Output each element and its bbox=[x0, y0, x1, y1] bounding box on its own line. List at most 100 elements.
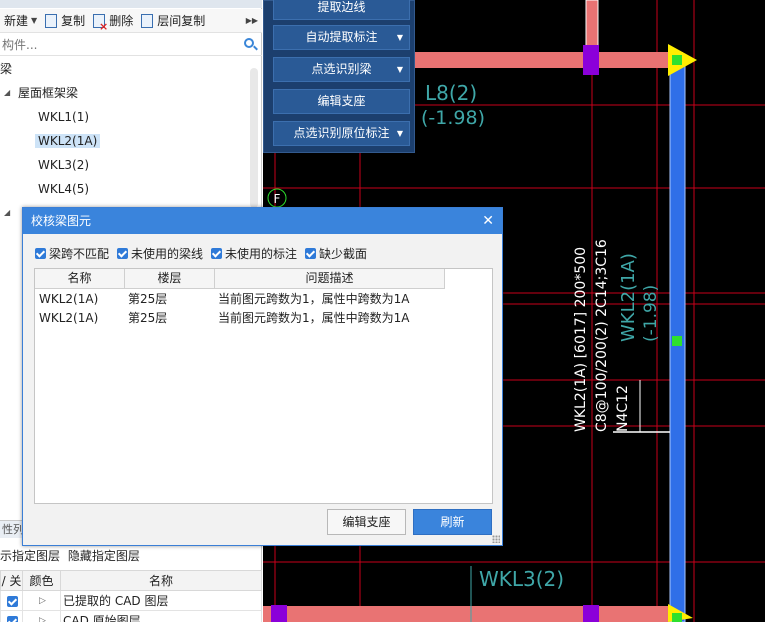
tree-item-wkl4[interactable]: WKL4(5) bbox=[38, 178, 89, 200]
filter-label: 缺少截面 bbox=[319, 247, 368, 261]
new-button-label: 新建 bbox=[4, 14, 29, 28]
beam-label-wkl2: WKL2(1A) bbox=[618, 253, 639, 342]
copy-button-label: 复制 bbox=[61, 14, 86, 28]
layer-links: 示指定图层 隐藏指定图层 bbox=[0, 547, 140, 564]
tree-item-wkl1[interactable]: WKL1(1) bbox=[38, 106, 89, 128]
new-button[interactable]: 新建 ▼ bbox=[0, 10, 41, 32]
beam-label-l8: L8(2) bbox=[425, 81, 477, 105]
grip-marker[interactable] bbox=[672, 336, 682, 346]
layer-table: / 关 颜色 名称 ▷ 已提取的 CAD 图层 ▷ CAD 原始图层 bbox=[0, 570, 262, 622]
refresh-button[interactable]: 刷新 bbox=[413, 509, 492, 535]
filter-unused-annotation[interactable]: 未使用的标注 bbox=[211, 245, 297, 262]
table-row[interactable]: WKL2(1A) 第25层 当前图元跨数为1，属性中跨数为1A bbox=[35, 290, 492, 309]
issue-table-header: 名称 楼层 问题描述 bbox=[35, 269, 445, 289]
cell-description: 当前图元跨数为1，属性中跨数为1A bbox=[218, 292, 410, 306]
floor-copy-button[interactable]: 层间复制 bbox=[137, 10, 209, 32]
grip-marker[interactable] bbox=[672, 55, 682, 65]
filter-missing-section[interactable]: 缺少截面 bbox=[305, 245, 367, 262]
copy-button[interactable]: 复制 bbox=[41, 10, 89, 32]
tree-item-label: WKL4(5) bbox=[38, 182, 90, 196]
checkbox-checked-icon[interactable] bbox=[211, 248, 223, 259]
tree-item-wkl2[interactable]: WKL2(1A) bbox=[35, 130, 101, 152]
search-icon[interactable] bbox=[244, 38, 254, 48]
floor-copy-icon bbox=[141, 13, 154, 28]
chevron-down-icon[interactable]: ▼ bbox=[397, 26, 403, 49]
pick-identify-in-situ-annotation-button[interactable]: 点选识别原位标注 ▼ bbox=[273, 121, 410, 146]
close-icon[interactable]: ✕ bbox=[482, 208, 494, 234]
delete-button[interactable]: 删除 bbox=[89, 10, 137, 33]
checkbox-checked-icon bbox=[7, 615, 18, 622]
auto-extract-annotation-label: 自动提取标注 bbox=[305, 30, 378, 44]
tree-scrollbar[interactable] bbox=[250, 68, 258, 208]
grip-marker[interactable] bbox=[672, 613, 682, 622]
show-layer-link[interactable]: 示指定图层 bbox=[0, 549, 60, 563]
extract-edge-button[interactable]: 提取边线 bbox=[273, 0, 410, 20]
column-header-description[interactable]: 问题描述 bbox=[215, 269, 445, 289]
support-marker[interactable] bbox=[271, 605, 287, 622]
layer-visible-checkbox[interactable] bbox=[0, 590, 23, 611]
tree-item-label: WKL3(2) bbox=[38, 158, 90, 172]
chevron-down-icon[interactable]: ▼ bbox=[397, 58, 403, 81]
filter-label: 未使用的标注 bbox=[225, 247, 298, 261]
vertical-beam-segment[interactable] bbox=[585, 0, 599, 53]
layer-row: ▷ CAD 原始图层 bbox=[0, 610, 262, 622]
filter-span-mismatch[interactable]: 梁跨不匹配 bbox=[35, 245, 109, 262]
delete-button-label: 删除 bbox=[109, 14, 134, 28]
expanded-triangle-icon[interactable]: ◢ bbox=[4, 82, 10, 104]
axis-bubble-label: F bbox=[274, 192, 281, 206]
chevron-down-icon[interactable]: ▼ bbox=[397, 122, 403, 145]
filter-label: 梁跨不匹配 bbox=[49, 247, 110, 261]
beam-offset-wkl2: (-1.98) bbox=[641, 285, 661, 342]
auto-extract-annotation-button[interactable]: 自动提取标注 ▼ bbox=[273, 25, 410, 50]
beam-annotation-section: WKL2(1A) [6017] 200*500 bbox=[573, 247, 589, 432]
layer-table-header: / 关 颜色 名称 bbox=[0, 570, 262, 591]
checkbox-checked-icon[interactable] bbox=[117, 248, 129, 259]
checkbox-checked-icon bbox=[7, 595, 18, 607]
copy-icon bbox=[45, 13, 58, 28]
filter-unused-beam-line[interactable]: 未使用的梁线 bbox=[117, 245, 203, 262]
tree-root-label: 梁 bbox=[0, 62, 13, 76]
checkbox-checked-icon[interactable] bbox=[305, 248, 317, 259]
pick-identify-in-situ-label: 点选识别原位标注 bbox=[293, 126, 390, 140]
support-marker[interactable] bbox=[583, 45, 599, 75]
component-toolbar: 新建 ▼ 复制 删除 层间复制 ▶▶ bbox=[0, 9, 262, 33]
edit-support-button[interactable]: 编辑支座 bbox=[273, 89, 410, 114]
layer-visible-checkbox[interactable] bbox=[0, 610, 23, 622]
check-beam-dialog: 校核梁图元 ✕ 梁跨不匹配 未使用的梁线 未使用的标注 缺少截面 名称 楼层 问… bbox=[22, 207, 503, 546]
table-row[interactable]: WKL2(1A) 第25层 当前图元跨数为1，属性中跨数为1A bbox=[35, 309, 492, 328]
pick-identify-beam-button[interactable]: 点选识别梁 ▼ bbox=[273, 57, 410, 82]
column-header-floor[interactable]: 楼层 bbox=[125, 269, 215, 289]
toolbar-overflow-icon[interactable]: ▶▶ bbox=[246, 16, 258, 25]
beam-recognition-panel: 提取边线 自动提取标注 ▼ 点选识别梁 ▼ 编辑支座 点选识别原位标注 ▼ bbox=[263, 0, 415, 153]
search-input[interactable] bbox=[0, 34, 236, 55]
layer-name: 已提取的 CAD 图层 bbox=[60, 590, 262, 611]
dialog-title: 校核梁图元 bbox=[31, 214, 92, 228]
horizontal-beam-bottom[interactable] bbox=[263, 606, 683, 622]
cell-description: 当前图元跨数为1，属性中跨数为1A bbox=[218, 311, 410, 325]
issue-table: 名称 楼层 问题描述 WKL2(1A) 第25层 当前图元跨数为1，属性中跨数为… bbox=[34, 268, 493, 504]
layer-row: ▷ 已提取的 CAD 图层 bbox=[0, 590, 262, 611]
edit-support-dialog-button[interactable]: 编辑支座 bbox=[327, 509, 406, 535]
expand-arrow-icon[interactable]: ▷ bbox=[22, 590, 61, 611]
beam-offset-l8: (-1.98) bbox=[421, 107, 485, 129]
layer-name: CAD 原始图层 bbox=[60, 610, 262, 622]
component-search bbox=[0, 34, 262, 56]
checkbox-checked-icon[interactable] bbox=[35, 248, 46, 259]
cell-floor: 第25层 bbox=[128, 311, 168, 325]
pick-identify-beam-label: 点选识别梁 bbox=[311, 62, 372, 76]
floor-copy-button-label: 层间复制 bbox=[157, 14, 206, 28]
dialog-title-bar[interactable]: 校核梁图元 ✕ bbox=[23, 208, 502, 234]
column-header-name: 名称 bbox=[60, 570, 262, 591]
tree-item-wkl3[interactable]: WKL3(2) bbox=[38, 154, 89, 176]
expand-arrow-icon[interactable]: ▷ bbox=[22, 610, 61, 622]
resize-grip-icon[interactable] bbox=[492, 535, 500, 543]
column-header-name[interactable]: 名称 bbox=[35, 269, 125, 289]
support-marker[interactable] bbox=[583, 605, 599, 622]
beam-annotation-rebar: C8@100/200(2) 2C14;3C16 bbox=[594, 239, 610, 432]
hide-layer-link[interactable]: 隐藏指定图层 bbox=[68, 549, 140, 563]
expanded-triangle-icon[interactable]: ◢ bbox=[4, 202, 10, 224]
tree-group-roof-frame-beam[interactable]: ◢ 屋面框架梁 bbox=[4, 82, 78, 104]
tree-root-beam[interactable]: 梁 bbox=[0, 58, 12, 80]
cell-name: WKL2(1A) bbox=[39, 292, 99, 306]
chevron-down-icon: ▼ bbox=[31, 16, 38, 25]
